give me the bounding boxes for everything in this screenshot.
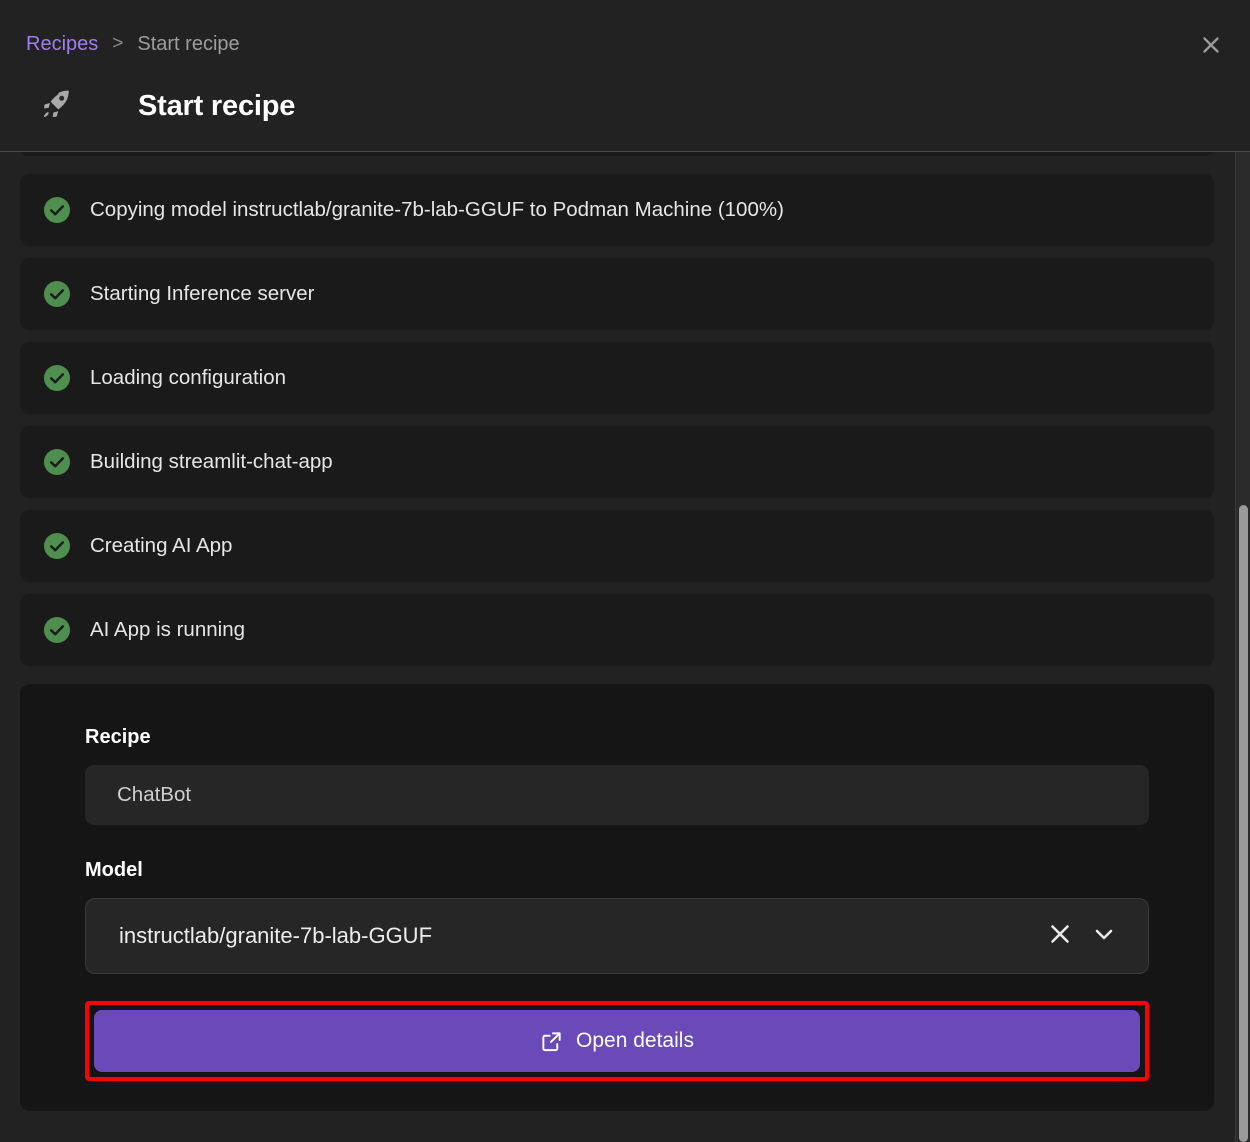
open-details-button[interactable]: Open details [94,1010,1140,1072]
task-card-partial [20,152,1214,156]
task-card: Starting Inference server [20,258,1214,330]
check-circle-icon [44,449,90,475]
open-details-label: Open details [576,1029,694,1053]
check-circle-icon [44,281,90,307]
task-label: Starting Inference server [90,281,314,307]
check-circle-icon [44,197,90,223]
model-clear-button[interactable] [1038,914,1082,958]
model-select[interactable]: instructlab/granite-7b-lab-GGUF [85,898,1149,974]
chevron-down-icon [1090,920,1118,953]
task-list: Copying model instructlab/granite-7b-lab… [20,174,1214,666]
recipe-input[interactable] [85,765,1149,825]
dialog-content: Copying model instructlab/granite-7b-lab… [0,152,1234,1111]
task-card: AI App is running [20,594,1214,666]
close-button[interactable] [1194,28,1228,62]
task-card: Copying model instructlab/granite-7b-lab… [20,174,1214,246]
breadcrumb-link-recipes[interactable]: Recipes [26,30,98,58]
check-circle-icon [44,617,90,643]
task-card: Loading configuration [20,342,1214,414]
breadcrumb-current-start-recipe: Start recipe [137,30,239,58]
external-link-icon [540,1030,563,1053]
close-icon [1047,921,1073,952]
model-expand-button[interactable] [1082,914,1126,958]
task-card: Creating AI App [20,510,1214,582]
rocket-icon [30,80,82,132]
vertical-scrollbar-track[interactable] [1235,152,1250,1142]
task-label: Copying model instructlab/granite-7b-lab… [90,197,784,223]
open-details-highlight: Open details [85,1001,1149,1081]
page-title: Start recipe [138,90,295,123]
model-field-label: Model [85,859,1149,882]
page-title-row: Start recipe [30,80,295,132]
task-label: Building streamlit-chat-app [90,449,333,475]
start-recipe-dialog: Recipes > Start recipe Start r [0,0,1250,1142]
check-circle-icon [44,533,90,559]
recipe-field-label: Recipe [85,726,1149,749]
dialog-header: Recipes > Start recipe Start r [0,0,1250,152]
close-icon [1200,34,1222,56]
breadcrumb: Recipes > Start recipe [26,30,240,58]
task-label: Loading configuration [90,365,286,391]
vertical-scrollbar-thumb[interactable] [1239,505,1248,1142]
model-select-value: instructlab/granite-7b-lab-GGUF [119,923,1038,949]
recipe-form-panel: Recipe Model instructlab/granite-7b-lab-… [20,684,1214,1111]
breadcrumb-separator: > [112,30,123,58]
task-label: Creating AI App [90,533,232,559]
check-circle-icon [44,365,90,391]
task-card: Building streamlit-chat-app [20,426,1214,498]
task-label: AI App is running [90,617,245,643]
dialog-body: Copying model instructlab/granite-7b-lab… [0,152,1250,1142]
